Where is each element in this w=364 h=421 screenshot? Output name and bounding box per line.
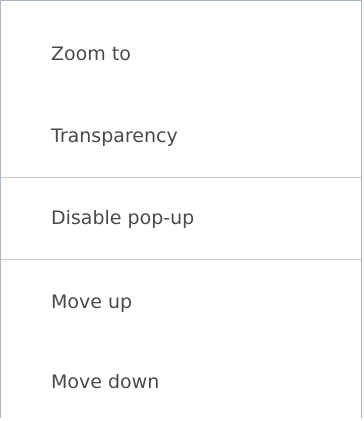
layer-context-menu: Zoom to Transparency Disable pop-up Move… bbox=[0, 0, 362, 418]
menu-item-disable-popup[interactable]: Disable pop-up bbox=[1, 179, 361, 257]
menu-item-zoom-to[interactable]: Zoom to bbox=[1, 15, 361, 93]
menu-item-transparency[interactable]: Transparency bbox=[1, 97, 361, 175]
menu-item-move-down[interactable]: Move down bbox=[1, 343, 361, 421]
menu-item-move-up[interactable]: Move up bbox=[1, 263, 361, 341]
menu-divider bbox=[1, 259, 361, 260]
menu-divider bbox=[1, 177, 361, 178]
